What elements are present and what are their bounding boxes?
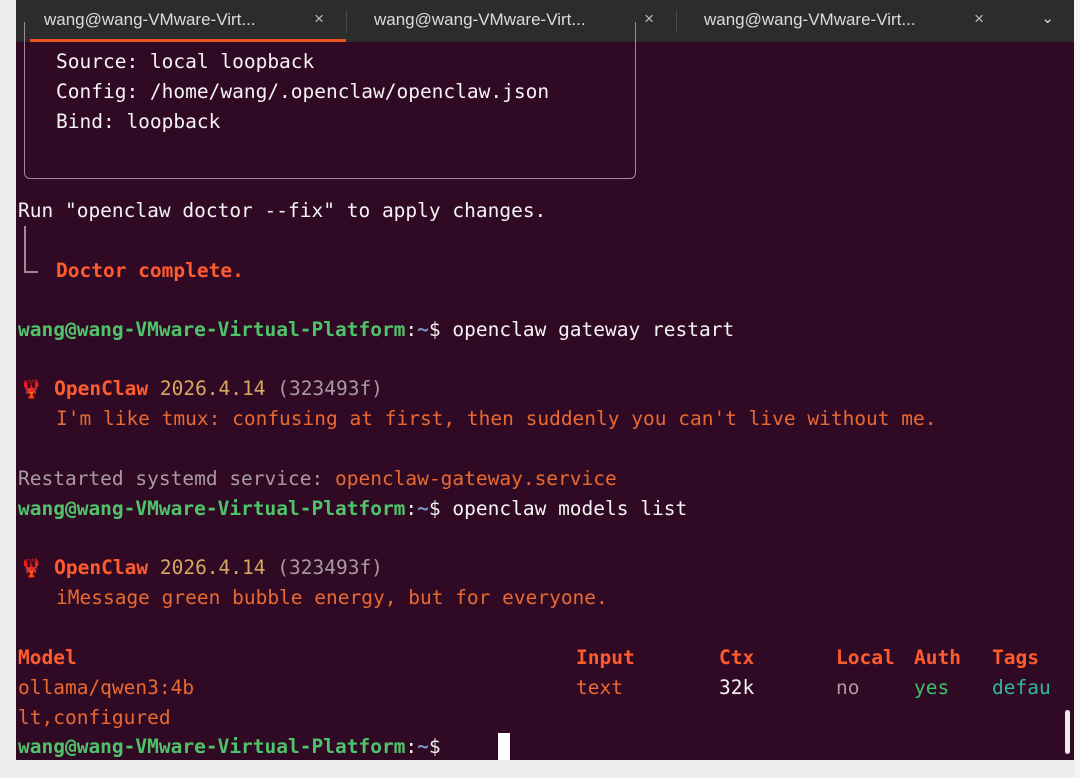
background-window-edge	[1074, 0, 1080, 778]
prompt-line: wang@wang-VMware-Virtual-Platform:~$	[18, 732, 452, 760]
terminal-cursor	[498, 733, 510, 760]
scrollbar-thumb[interactable]	[1065, 710, 1070, 754]
terminal-output[interactable]: Source: local loopback Config: /home/wan…	[16, 22, 1074, 760]
banner-tagline: I'm like tmux: confusing at first, then …	[56, 407, 937, 430]
close-icon[interactable]: ×	[974, 9, 984, 29]
chevron-down-icon[interactable]: ⌄	[1041, 9, 1054, 27]
table-header-auth: Auth	[914, 646, 961, 669]
table-cell-tags-wrap: lt,configured	[18, 706, 171, 729]
prompt-user: wang@wang-VMware-Virtual-Platform	[18, 497, 406, 520]
table-header-input: Input	[576, 646, 635, 669]
table-cell-input: text	[576, 676, 623, 699]
banner-name: OpenClaw	[54, 377, 149, 400]
prompt-path: ~	[417, 497, 429, 520]
tab-title: wang@wang-VMware-Virt...	[704, 10, 916, 29]
table-cell-ctx: 32k	[719, 676, 755, 699]
table-cell-model: ollama/qwen3:4b	[18, 676, 195, 699]
table-cell-auth: yes	[914, 676, 950, 699]
table-header-local: Local	[836, 646, 895, 669]
openclaw-banner: 🦞 OpenClaw 2026.4.14 (323493f)	[20, 553, 383, 583]
prompt-path: ~	[417, 318, 429, 341]
prompt-dollar: $	[428, 318, 453, 341]
box-source-line: Source: local loopback	[56, 50, 315, 73]
table-cell-local: no	[836, 676, 860, 699]
prompt-user: wang@wang-VMware-Virtual-Platform	[18, 318, 406, 341]
prompt-user: wang@wang-VMware-Virtual-Platform	[18, 735, 406, 758]
doctor-complete-line: Doctor complete.	[56, 259, 244, 282]
prompt-line: wang@wang-VMware-Virtual-Platform:~$ ope…	[18, 494, 687, 524]
prompt-line: wang@wang-VMware-Virtual-Platform:~$ ope…	[18, 315, 734, 345]
banner-name: OpenClaw	[54, 556, 149, 579]
banner-hash: (323493f)	[277, 377, 383, 400]
openclaw-banner: 🦞 OpenClaw 2026.4.14 (323493f)	[20, 374, 383, 404]
box-config-line: Config: /home/wang/.openclaw/openclaw.js…	[56, 80, 550, 103]
command-text: openclaw models list	[452, 497, 688, 520]
prompt-path: ~	[417, 735, 429, 758]
prompt-separator: :	[405, 497, 418, 520]
banner-version: 2026.4.14	[159, 556, 266, 579]
table-cell-tags: defau	[992, 676, 1051, 699]
prompt-dollar: $	[428, 735, 453, 758]
run-hint-line: Run "openclaw doctor --fix" to apply cha…	[18, 199, 547, 222]
table-header-tags: Tags	[992, 646, 1039, 669]
prompt-dollar: $	[428, 497, 453, 520]
close-icon[interactable]: ×	[644, 9, 654, 29]
table-header-ctx: Ctx	[719, 646, 755, 669]
prompt-separator: :	[405, 735, 418, 758]
restarted-line: Restarted systemd service: openclaw-gate…	[18, 464, 617, 494]
restarted-label: Restarted systemd service:	[18, 467, 335, 490]
table-header-model: Model	[18, 646, 77, 669]
tab-3[interactable]: wang@wang-VMware-Virt... ×	[676, 0, 1006, 42]
banner-version: 2026.4.14	[159, 377, 266, 400]
tree-connector-hook	[24, 271, 38, 273]
prompt-separator: :	[405, 318, 418, 341]
restarted-service: openclaw-gateway.service	[334, 467, 617, 490]
box-bind-line: Bind: loopback	[56, 110, 221, 133]
banner-hash: (323493f)	[277, 556, 383, 579]
terminal-window: wang@wang-VMware-Virt... × wang@wang-VMw…	[16, 0, 1074, 760]
command-text: openclaw gateway restart	[452, 318, 735, 341]
tree-connector	[24, 226, 26, 272]
lobster-icon: 🦞	[20, 558, 43, 579]
banner-tagline: iMessage green bubble energy, but for ev…	[56, 586, 608, 609]
lobster-icon: 🦞	[20, 379, 43, 400]
